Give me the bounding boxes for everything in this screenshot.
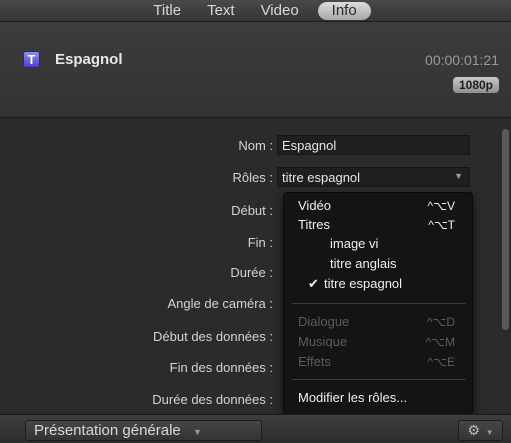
nom-label: Nom : bbox=[238, 138, 273, 153]
clip-timecode: 00:00:01:21 bbox=[425, 52, 499, 68]
view-select-label: Présentation générale bbox=[34, 422, 181, 439]
menu-item-modifier-roles[interactable]: Modifier les rôles... bbox=[284, 388, 472, 408]
angle-camera-label: Angle de caméra : bbox=[167, 296, 273, 311]
menu-item-label: Musique bbox=[298, 334, 348, 349]
chevron-down-icon: ▼ bbox=[454, 171, 463, 181]
menu-item-titre-anglais[interactable]: titre anglais bbox=[284, 254, 472, 274]
clip-header: T Espagnol 00:00:01:21 1080p bbox=[0, 22, 511, 118]
roles-menu: Vidéo ^⌥V Titres ^⌥T image vi titre angl… bbox=[283, 192, 473, 415]
menu-item-video[interactable]: Vidéo ^⌥V bbox=[284, 196, 472, 216]
debut-label: Début : bbox=[231, 203, 273, 218]
menu-item-label: Titres bbox=[298, 217, 331, 232]
inspector-tab-bar: Title Text Video Info bbox=[0, 0, 511, 22]
roles-label: Rôles : bbox=[232, 170, 273, 185]
shortcut: ^⌥M bbox=[425, 335, 455, 349]
clip-name: Espagnol bbox=[55, 51, 123, 68]
menu-item-titres[interactable]: Titres ^⌥T bbox=[284, 215, 472, 235]
menu-item-label: Effets bbox=[298, 354, 332, 369]
menu-separator bbox=[292, 379, 466, 380]
title-clip-icon: T bbox=[23, 51, 40, 68]
menu-item-image-vi[interactable]: image vi bbox=[284, 234, 472, 254]
menu-item-titre-espagnol[interactable]: ✔ titre espagnol bbox=[284, 274, 472, 294]
menu-item-musique: Musique ^⌥M bbox=[284, 332, 472, 352]
menu-item-label: Vidéo bbox=[298, 198, 332, 213]
resolution-badge: 1080p bbox=[452, 77, 499, 93]
fin-label: Fin : bbox=[247, 235, 273, 250]
bottom-bar: Présentation générale ▼ ⚙ ▼ bbox=[0, 414, 511, 443]
tab-title[interactable]: Title bbox=[140, 2, 194, 20]
fin-donnees-label: Fin des données : bbox=[169, 360, 273, 375]
chevron-down-icon: ▼ bbox=[485, 428, 494, 437]
duree-donnees-label: Durée des données : bbox=[152, 392, 273, 407]
chevron-down-icon: ▼ bbox=[192, 427, 202, 437]
action-menu-button[interactable]: ⚙ ▼ bbox=[458, 420, 503, 441]
roles-select[interactable]: titre espagnol ▼ bbox=[277, 167, 470, 187]
tab-text[interactable]: Text bbox=[194, 2, 248, 20]
menu-item-label: titre anglais bbox=[330, 256, 397, 271]
menu-item-label: Modifier les rôles... bbox=[298, 390, 408, 405]
duree-label: Durée : bbox=[230, 265, 273, 280]
shortcut: ^⌥V bbox=[427, 199, 455, 213]
gear-icon: ⚙ bbox=[467, 422, 480, 438]
debut-donnees-label: Début des données : bbox=[153, 329, 273, 344]
shortcut: ^⌥E bbox=[427, 355, 455, 369]
roles-select-value: titre espagnol bbox=[282, 170, 361, 185]
menu-item-label: image vi bbox=[330, 236, 379, 251]
tab-info[interactable]: Info bbox=[317, 1, 371, 20]
menu-item-label: Dialogue bbox=[298, 314, 350, 329]
menu-item-effets: Effets ^⌥E bbox=[284, 352, 472, 372]
tab-video[interactable]: Video bbox=[248, 2, 312, 20]
vertical-scrollbar[interactable] bbox=[502, 129, 509, 330]
nom-field[interactable]: Espagnol bbox=[277, 135, 470, 155]
menu-item-dialogue: Dialogue ^⌥D bbox=[284, 312, 472, 332]
shortcut: ^⌥D bbox=[426, 315, 455, 329]
menu-separator bbox=[292, 303, 466, 304]
view-select[interactable]: Présentation générale ▼ bbox=[25, 420, 262, 441]
menu-item-label: titre espagnol bbox=[324, 276, 403, 291]
shortcut: ^⌥T bbox=[428, 218, 455, 232]
checkmark-icon: ✔ bbox=[308, 276, 319, 291]
